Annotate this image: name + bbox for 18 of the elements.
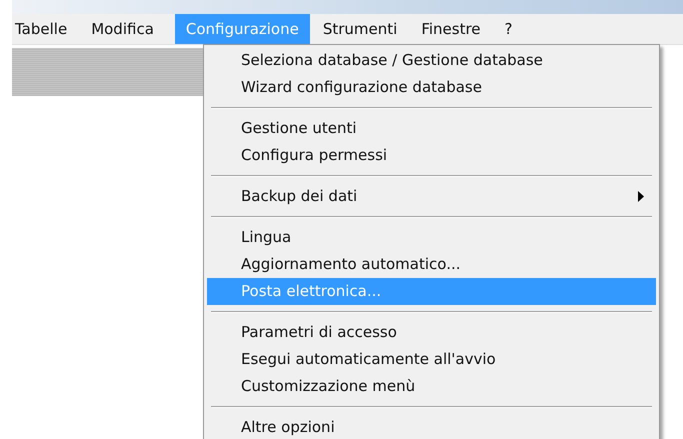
menu-item[interactable]: Esegui automaticamente all'avvio <box>207 346 656 373</box>
menu-item[interactable]: Aggiornamento automatico... <box>207 251 656 278</box>
menu-item[interactable]: Tabelle <box>12 14 78 44</box>
menu-item[interactable]: Altre opzioni <box>207 414 656 439</box>
menu-item[interactable]: Strumenti <box>320 14 408 44</box>
menu-item[interactable]: Finestre <box>418 14 492 44</box>
menu-item[interactable]: Customizzazione menù <box>207 373 656 400</box>
menu-item[interactable]: Parametri di accesso <box>207 319 656 346</box>
menu-item[interactable]: Wizard configurazione database <box>207 74 656 101</box>
menu-item[interactable]: Lingua <box>207 224 656 251</box>
menu-item[interactable]: Gestione utenti <box>207 115 656 142</box>
menu-item[interactable]: Seleziona database / Gestione database <box>207 47 656 74</box>
menu-item[interactable]: Configura permessi <box>207 142 656 169</box>
menu-item[interactable]: Modifica <box>88 14 165 44</box>
menu-item-label: Backup dei dati <box>241 186 358 208</box>
menu-item[interactable]: ? <box>502 14 524 44</box>
submenu-item[interactable]: Backup dei dati <box>207 183 656 210</box>
submenu-arrow-icon <box>638 191 644 202</box>
